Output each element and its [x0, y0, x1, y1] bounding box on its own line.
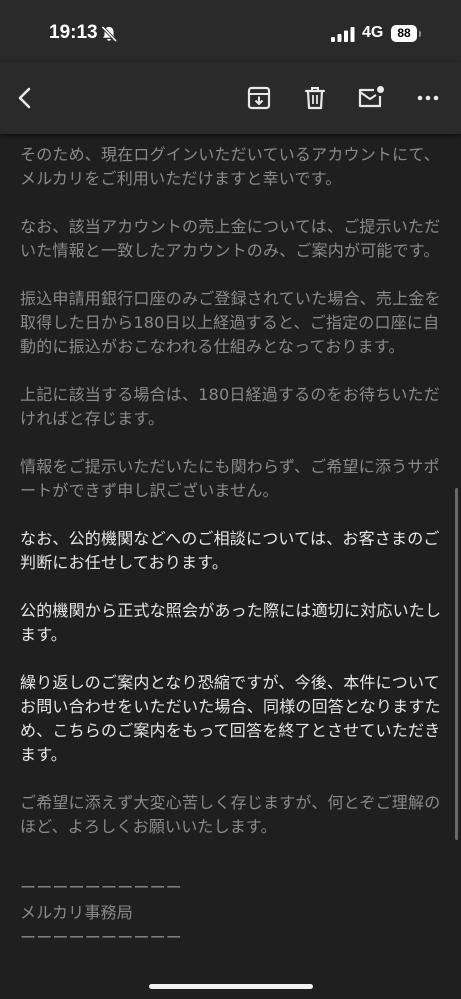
- email-paragraph: 情報をご提示いただいたにも関わらず、ご希望に添うサポートができず申し訳ございませ…: [20, 457, 440, 500]
- toolbar: [0, 62, 461, 134]
- back-button[interactable]: [12, 84, 40, 112]
- battery-icon: 88: [391, 25, 417, 42]
- signature-divider: ーーーーーーーーーー: [20, 928, 183, 947]
- more-options-button[interactable]: [414, 84, 442, 112]
- mark-unread-button[interactable]: [357, 84, 385, 112]
- network-label: 4G: [362, 24, 384, 41]
- more-horizontal-icon: [417, 95, 439, 101]
- email-paragraph: そのため、現在ログインいただいているアカウントにて、メルカリをご利用いただけます…: [20, 145, 440, 188]
- home-indicator[interactable]: [149, 984, 313, 989]
- email-signature: ーーーーーーーーーー メルカリ事務局 ーーーーーーーーーー: [20, 875, 445, 950]
- signature-divider: ーーーーーーーーーー: [20, 878, 183, 897]
- status-time: 19:13: [49, 22, 98, 43]
- bell-slash-icon: [101, 25, 118, 43]
- archive-button[interactable]: [245, 84, 273, 112]
- status-bar: 19:13 4G 88: [0, 0, 461, 62]
- delete-button[interactable]: [301, 84, 329, 112]
- email-paragraph: 上記に該当する場合は、180日経過するのをお待ちいただければと存じます。: [20, 385, 440, 428]
- email-paragraph: なお、該当アカウントの売上金については、ご提示いただいた情報と一致したアカウント…: [20, 217, 441, 260]
- email-paragraph: ご希望に添えず大変心苦しく存じますが、何とぞご理解のほど、よろしくお願いいたしま…: [20, 793, 441, 836]
- email-paragraph: 公的機関から正式な照会があった際には適切に対応いたします。: [20, 601, 442, 644]
- battery-tip: [419, 31, 421, 37]
- scrollbar[interactable]: [455, 488, 458, 840]
- signal-icon: [331, 27, 355, 42]
- email-paragraph: なお、公的機関などへのご相談については、お客さまのご判断にお任せしております。: [20, 529, 440, 572]
- email-paragraph: 繰り返しのご案内となり恐縮ですが、今後、本件についてお問い合わせをいただいた場合…: [20, 673, 441, 764]
- trash-icon: [304, 87, 326, 110]
- email-body: そのため、現在ログインいただいているアカウントにて、メルカリをご利用いただけます…: [20, 143, 445, 950]
- archive-icon: [247, 86, 271, 110]
- mail-unread-icon: [358, 86, 384, 108]
- email-paragraph: 振込申請用銀行口座のみご登録されていた場合、売上金を取得した日から180日以上経…: [20, 289, 441, 356]
- chevron-left-icon: [18, 87, 31, 109]
- signature-sender: メルカリ事務局: [20, 903, 133, 922]
